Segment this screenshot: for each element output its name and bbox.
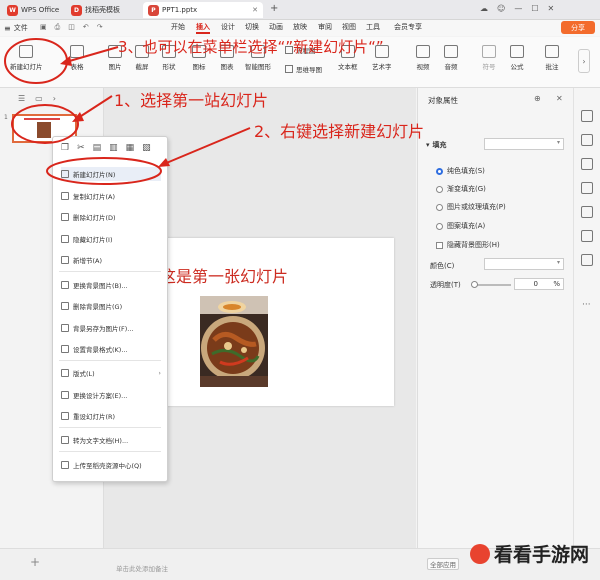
annotation-circle-thumbnail (11, 104, 79, 144)
annotation-step2: 2、右键选择新建幻灯片 (254, 122, 425, 141)
annotation-arrow-2 (163, 127, 251, 165)
annotation-arrow-3 (65, 46, 119, 63)
annotation-circle-menu-item (46, 157, 162, 185)
arrowhead-2 (158, 158, 170, 167)
annotation-overlay (4, 38, 251, 185)
annotation-circle-new-slide (4, 38, 68, 84)
annotation-step3: 3、也可以在菜单栏选择“”新建幻灯片“” (118, 38, 384, 56)
annotation-step1: 1、选择第一站幻灯片 (114, 91, 269, 110)
annotation-arrow-1 (77, 95, 113, 119)
